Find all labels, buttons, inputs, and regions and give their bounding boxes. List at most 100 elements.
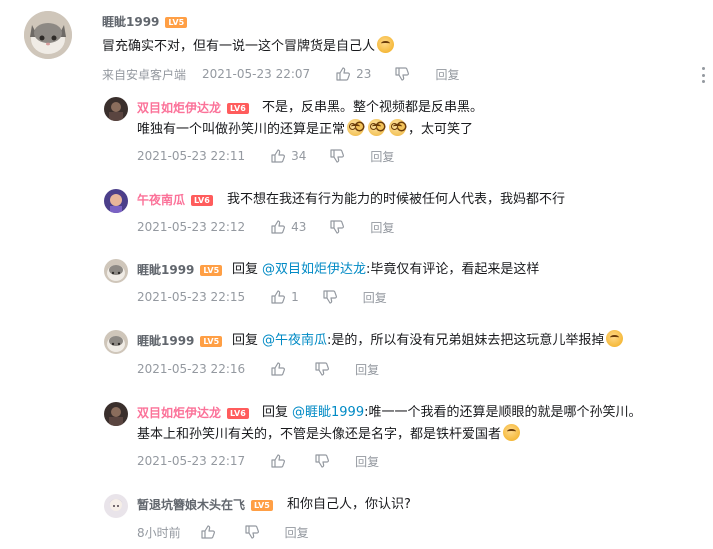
more-options-icon[interactable] (701, 67, 705, 83)
dislike-button[interactable] (245, 525, 259, 539)
avatar[interactable] (104, 189, 128, 213)
thumbs-down-icon (323, 290, 337, 304)
comment-username[interactable]: 睚眦1999 LV5 (102, 14, 188, 30)
thumbs-up-icon (271, 454, 286, 468)
like-button[interactable]: 1 (271, 290, 299, 304)
timestamp: 8小时前 (137, 525, 181, 540)
reply-prefix: 回复 (232, 262, 259, 277)
reply-body: 基本上和孙笑川有关的，不管是头像还是名字，都是铁杆爱国者 (137, 427, 502, 442)
reply-meta: 2021-05-23 22:16 回复 (137, 361, 379, 377)
reply-username[interactable]: 双目如炬伊达龙 LV6 (137, 100, 249, 116)
laugh-emoji-icon (606, 330, 624, 347)
timestamp: 2021-05-23 22:15 (137, 290, 246, 304)
laugh-emoji-icon (503, 424, 521, 441)
username-link[interactable]: 双目如炬伊达龙 (137, 101, 221, 115)
reply-button[interactable]: 回复 (370, 219, 394, 236)
like-button[interactable] (201, 525, 221, 539)
glasses-emoji-icon (389, 119, 407, 136)
thumbs-up-icon (271, 290, 286, 304)
thumbs-down-icon (330, 220, 345, 234)
level-badge: LV6 (227, 103, 249, 114)
level-badge: LV5 (200, 265, 223, 276)
mention-link[interactable]: @午夜南瓜 (262, 333, 327, 348)
avatar[interactable] (104, 494, 128, 518)
thumbs-down-icon (330, 149, 345, 163)
level-badge: LV6 (227, 408, 249, 419)
thumbs-down-icon (245, 525, 259, 539)
reply-text-line2: 唯独有一个叫做孙笑川的还算是正常 ，太可笑了 (137, 118, 473, 142)
thumbs-down-icon (315, 362, 330, 376)
like-button[interactable]: 34 (271, 149, 306, 163)
reply-meta: 2021-05-23 22:11 34 回复 (137, 148, 394, 164)
reply-button[interactable]: 回复 (285, 524, 309, 541)
reply-body: :唯一一个我看的还算是顺眼的就是哪个孙笑川。 (364, 405, 642, 420)
username-link[interactable]: 睚眦1999 (137, 334, 194, 348)
reply-meta: 8小时前 回复 (137, 524, 309, 540)
reply-text-line2: 基本上和孙笑川有关的，不管是头像还是名字，都是铁杆爱国者 (137, 423, 522, 447)
avatar[interactable] (104, 402, 128, 426)
reply-username[interactable]: 暂退坑簪娘木头在飞 LV5 (137, 497, 273, 513)
like-count: 1 (291, 290, 299, 304)
like-button[interactable] (271, 362, 291, 376)
reply-body: :是的，所以有没有兄弟姐妹去把这玩意儿举报掉 (327, 333, 605, 348)
username-link[interactable]: 双目如炬伊达龙 (137, 406, 221, 420)
reply-meta: 2021-05-23 22:15 1 回复 (137, 289, 387, 305)
like-button[interactable]: 43 (271, 220, 306, 234)
mention-link[interactable]: @双目如炬伊达龙 (262, 262, 366, 277)
level-badge: LV5 (251, 500, 273, 511)
thumbs-up-icon (271, 362, 286, 376)
comment-meta: 来自安卓客户端 2021-05-23 22:07 23 回复 (102, 66, 459, 82)
reply-text: 和你自己人，你认识? (287, 497, 411, 512)
username-link[interactable]: 睚眦1999 (102, 15, 159, 29)
thumbs-up-icon (201, 525, 215, 539)
reply-text-line1: 不是，反串黑。整个视频都是反串黑。 (262, 100, 484, 115)
reply-button[interactable]: 回复 (355, 453, 379, 470)
comment-text: 冒充确实不对，但有一说一这个冒牌货是自己人 (102, 35, 396, 59)
dislike-button[interactable] (330, 149, 345, 163)
level-badge: LV5 (200, 336, 223, 347)
reply-username[interactable]: 双目如炬伊达龙 LV6 (137, 405, 249, 421)
reply-meta: 2021-05-23 22:17 回复 (137, 453, 379, 469)
glasses-emoji-icon (368, 119, 386, 136)
dislike-button[interactable] (315, 454, 330, 468)
username-link[interactable]: 暂退坑簪娘木头在飞 (137, 498, 245, 512)
reply-button[interactable]: 回复 (435, 66, 459, 83)
avatar[interactable] (104, 330, 128, 354)
thumbs-down-icon (395, 67, 410, 81)
like-button[interactable] (271, 454, 291, 468)
like-count: 43 (291, 220, 307, 234)
like-count: 34 (291, 149, 307, 163)
laugh-emoji-icon (377, 36, 395, 53)
comment-body: 冒充确实不对，但有一说一这个冒牌货是自己人 (102, 39, 376, 54)
dislike-button[interactable] (330, 220, 345, 234)
reply-text-part: ，太可笑了 (408, 122, 474, 137)
timestamp: 2021-05-23 22:12 (137, 220, 246, 234)
reply-text: 回复 @午夜南瓜:是的，所以有没有兄弟姐妹去把这玩意儿举报掉 (232, 329, 625, 353)
dislike-button[interactable] (323, 290, 337, 304)
username-link[interactable]: 睚眦1999 (137, 263, 194, 277)
reply-prefix: 回复 (262, 405, 289, 420)
timestamp: 2021-05-23 22:11 (137, 149, 246, 163)
thumbs-up-icon (271, 149, 286, 163)
reply-button[interactable]: 回复 (363, 289, 387, 306)
reply-username[interactable]: 睚眦1999 LV5 (137, 333, 223, 349)
avatar[interactable] (104, 97, 128, 121)
like-button[interactable]: 23 (336, 67, 371, 81)
reply-text: 我不想在我还有行为能力的时候被任何人代表，我妈都不行 (227, 192, 566, 207)
reply-text-part: 唯独有一个叫做孙笑川的还算是正常 (137, 122, 346, 137)
thumbs-up-icon (336, 67, 351, 81)
dislike-button[interactable] (315, 362, 330, 376)
avatar[interactable] (24, 11, 72, 59)
level-badge: LV6 (191, 195, 213, 206)
dislike-button[interactable] (395, 67, 410, 81)
reply-username[interactable]: 睚眦1999 LV5 (137, 262, 223, 278)
username-link[interactable]: 午夜南瓜 (137, 193, 185, 207)
reply-body: :毕竟仅有评论，看起来是这样 (366, 262, 540, 277)
reply-button[interactable]: 回复 (355, 361, 379, 378)
reply-username[interactable]: 午夜南瓜 LV6 (137, 192, 213, 208)
reply-button[interactable]: 回复 (370, 148, 394, 165)
avatar[interactable] (104, 259, 128, 283)
timestamp: 2021-05-23 22:07 (202, 67, 311, 81)
mention-link[interactable]: @睚眦1999 (292, 405, 364, 420)
reply-text: 回复 @双目如炬伊达龙:毕竟仅有评论，看起来是这样 (232, 258, 539, 282)
